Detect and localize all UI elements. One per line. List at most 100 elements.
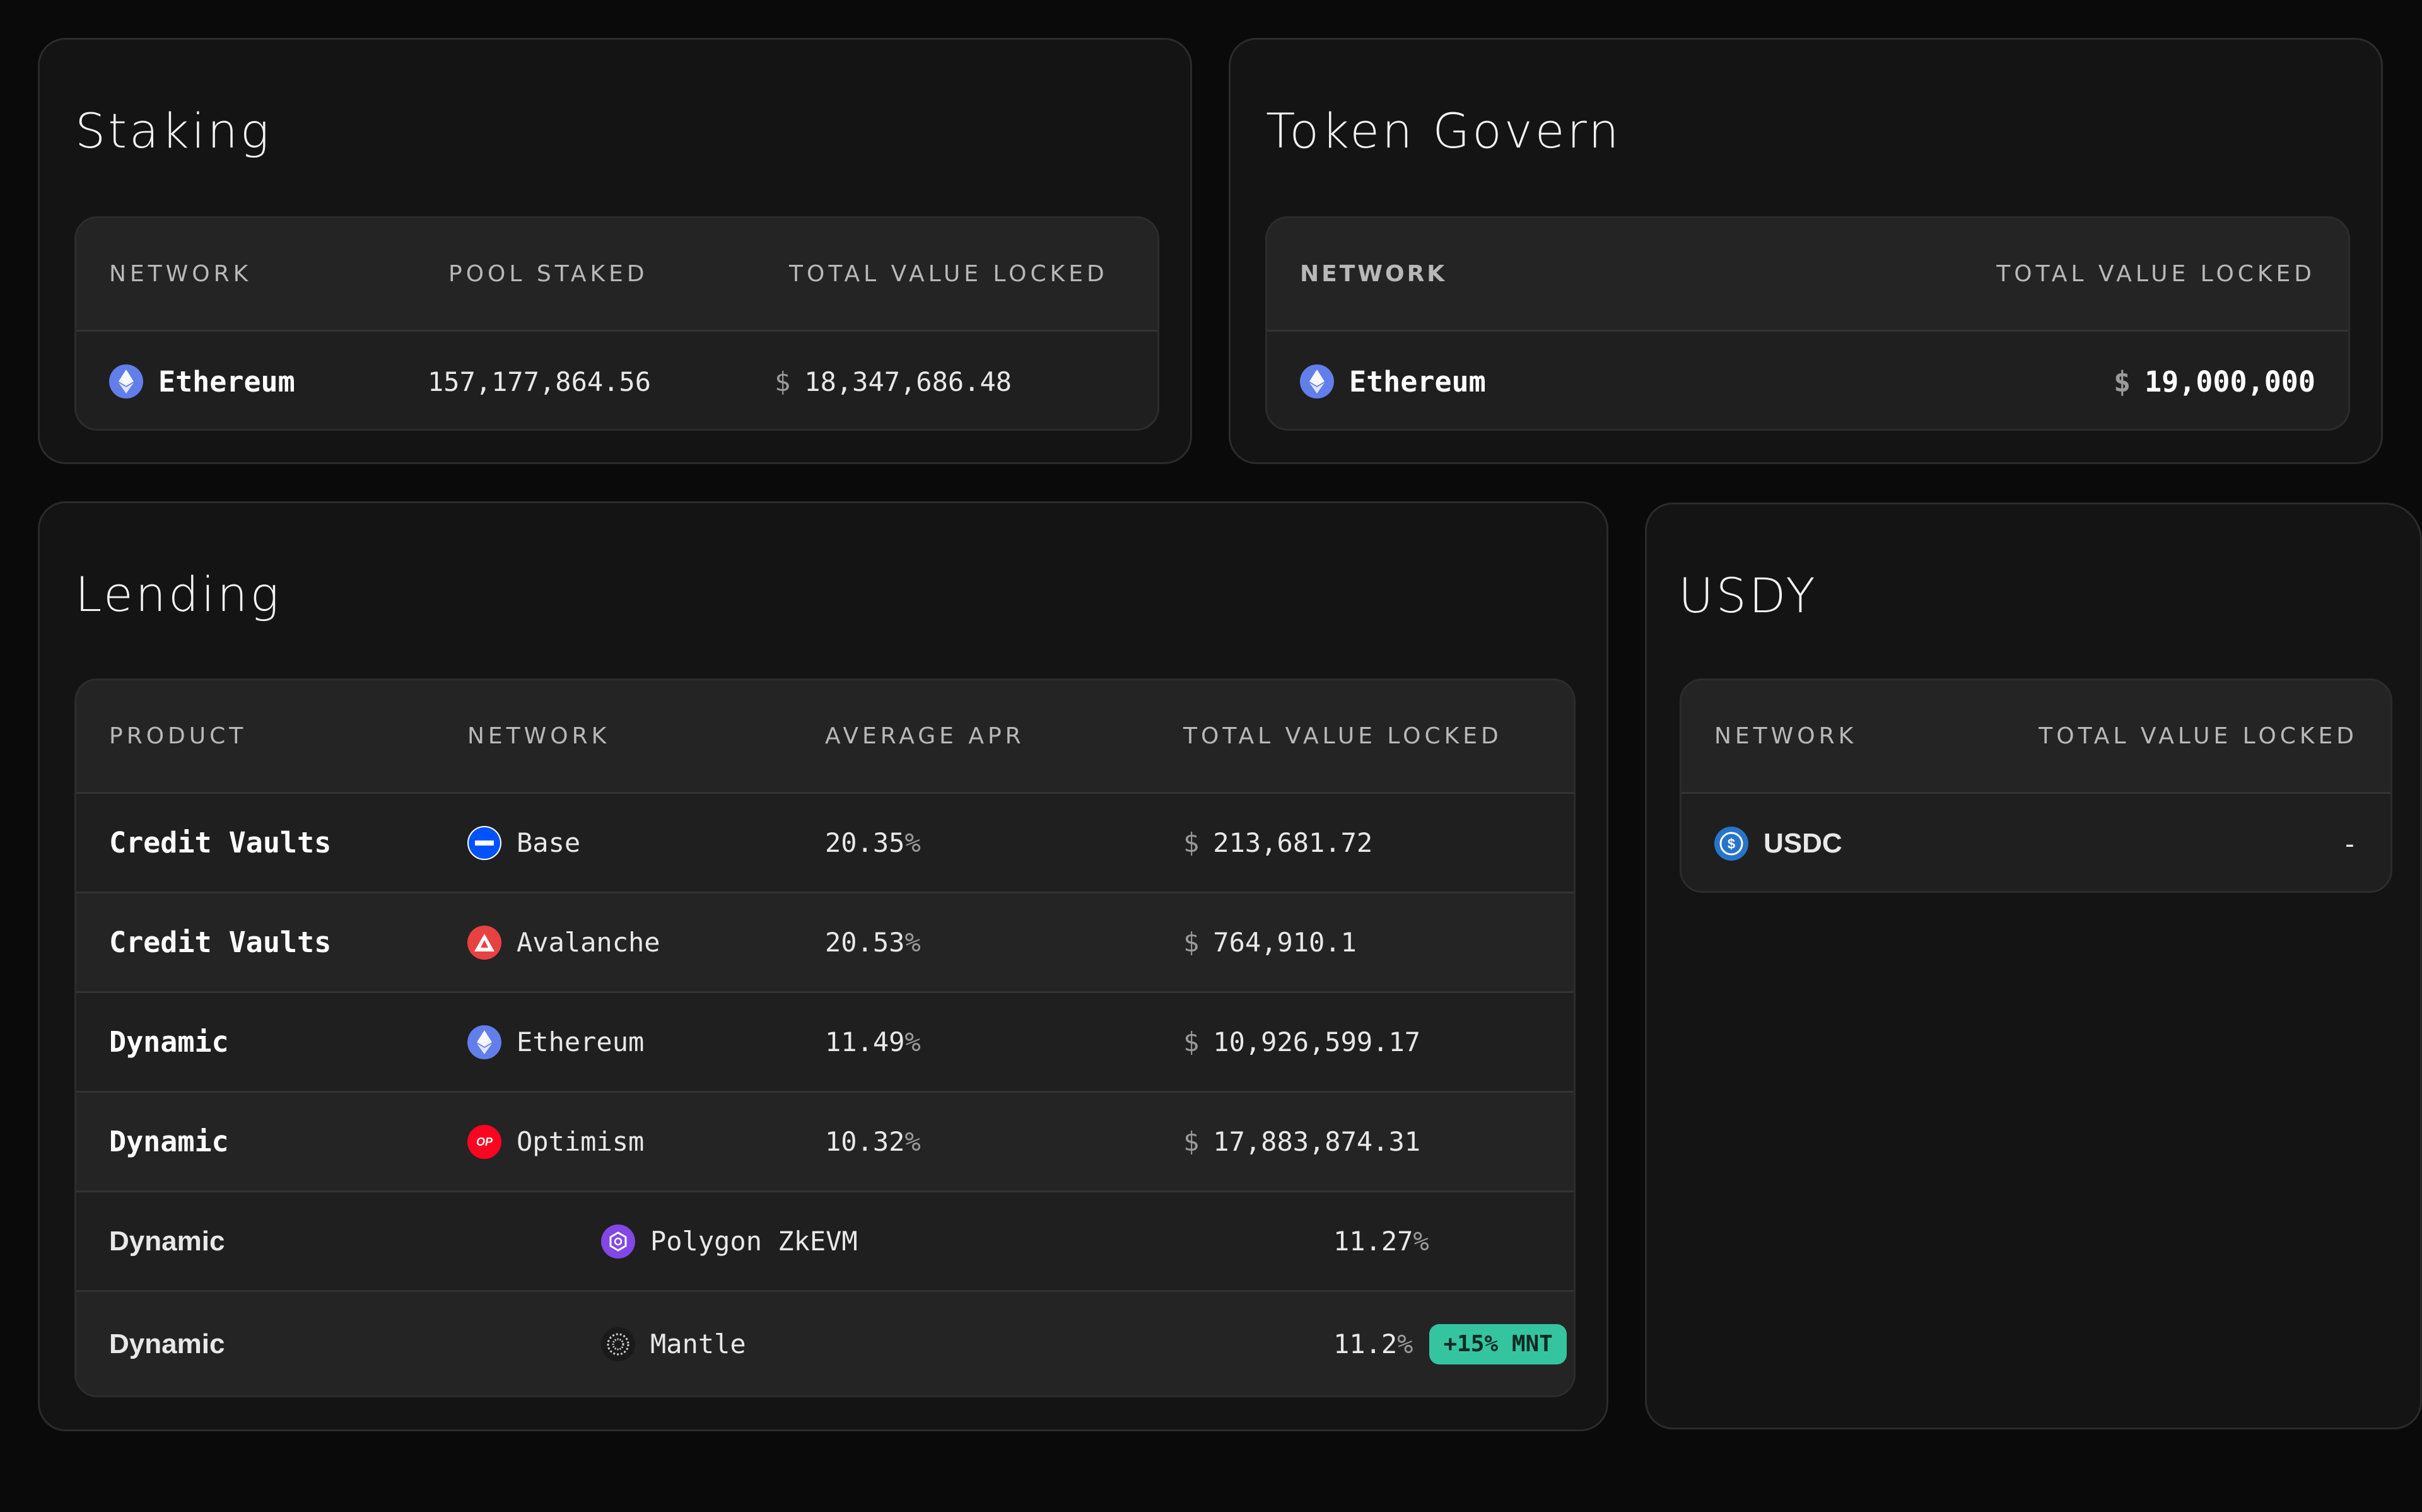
lending-title: Lending bbox=[75, 566, 282, 622]
column-header-pool-staked: Pool Staked bbox=[448, 261, 648, 287]
usdc-icon: $ bbox=[1714, 827, 1748, 861]
network-name: Ethereum bbox=[1349, 364, 1486, 398]
percent-sign: % bbox=[904, 1026, 921, 1057]
svg-text:$: $ bbox=[1728, 836, 1735, 852]
apr-value: 11.2 bbox=[1333, 1329, 1398, 1359]
tvl-cell: $ 10,926,599.17 bbox=[1183, 993, 1420, 1091]
tvl-value: 17,883,874.31 bbox=[1213, 1126, 1421, 1157]
tvl-cell: $ 19,000,000 bbox=[2113, 332, 2315, 429]
lending-card: Lending Product Network Average APR Tota… bbox=[38, 501, 1608, 1431]
apr-value: 11.27 bbox=[1333, 1226, 1413, 1257]
network-cell: $ USDC bbox=[1714, 794, 1842, 891]
table-row[interactable]: Ethereum $ 19,000,000 bbox=[1267, 332, 2348, 429]
staking-card: Staking Network Pool Staked Total Value … bbox=[38, 38, 1192, 464]
tvl-cell: $ 17,883,874.31 bbox=[1183, 1093, 1420, 1190]
table-row[interactable]: $ USDC - bbox=[1682, 794, 2390, 891]
governance-card: Token Govern NETWORK TOTAL VALUE LOCKED … bbox=[1229, 38, 2383, 464]
avalanche-icon bbox=[467, 925, 501, 960]
table-row[interactable]: Dynamic Mantle 11.2% +15% MNT bbox=[76, 1292, 1574, 1395]
base-icon bbox=[467, 825, 501, 860]
network-cell: Ethereum bbox=[1300, 332, 1486, 429]
column-header-tvl: Total Value Locked bbox=[2039, 723, 2358, 749]
table-row[interactable]: Dynamic Ethereum 11.49% $ 10,926,599.17 bbox=[76, 993, 1574, 1093]
network-cell: Mantle bbox=[601, 1292, 746, 1395]
svg-text:OP: OP bbox=[476, 1136, 493, 1148]
column-header-tvl: Total Value Locked bbox=[789, 261, 1108, 287]
network-name: Ethereum bbox=[517, 1026, 645, 1057]
product-name: Dynamic bbox=[109, 1125, 229, 1158]
product-name: Dynamic bbox=[109, 1225, 225, 1257]
apr-cell: 11.2% +15% MNT bbox=[1333, 1292, 1567, 1395]
network-name: Ethereum bbox=[158, 364, 295, 398]
column-header-tvl: Total Value Locked bbox=[1183, 723, 1502, 749]
apr-cell: 11.27% bbox=[1333, 1192, 1429, 1290]
staking-title: Staking bbox=[75, 103, 272, 159]
network-cell: Base bbox=[467, 794, 580, 892]
tvl-cell: $ 764,910.1 bbox=[1183, 893, 1357, 991]
product-name: Credit Vaults bbox=[109, 826, 332, 859]
ethereum-icon bbox=[109, 364, 143, 398]
ethereum-icon bbox=[467, 1025, 501, 1059]
lending-table-header: Product Network Average APR Total Value … bbox=[76, 680, 1574, 794]
staking-table-header: Network Pool Staked Total Value Locked bbox=[76, 218, 1157, 332]
column-header-network: Network bbox=[467, 723, 611, 749]
apr-cell: 20.53% bbox=[825, 893, 921, 991]
table-row[interactable]: Credit Vaults Avalanche 20.53% $ 764,910… bbox=[76, 893, 1574, 993]
reward-badge: +15% MNT bbox=[1429, 1323, 1567, 1364]
staking-table: Network Pool Staked Total Value Locked E… bbox=[74, 216, 1159, 431]
percent-sign: % bbox=[904, 927, 921, 958]
ethereum-icon bbox=[1300, 364, 1334, 398]
product-name: Dynamic bbox=[109, 1025, 229, 1059]
usdy-card: USDY Network Total Value Locked $ USDC - bbox=[1645, 503, 2422, 1429]
governance-table: NETWORK TOTAL VALUE LOCKED Ethereum $ 19… bbox=[1265, 216, 2350, 431]
network-name: Polygon ZkEVM bbox=[650, 1226, 858, 1257]
column-header-network: NETWORK bbox=[1300, 261, 1448, 287]
currency-symbol: $ bbox=[1183, 927, 1200, 958]
apr-cell: 10.32% bbox=[825, 1093, 921, 1190]
network-cell: Polygon ZkEVM bbox=[601, 1192, 858, 1290]
tvl-value: 10,926,599.17 bbox=[1213, 1026, 1421, 1057]
table-row[interactable]: Dynamic OP Optimism 10.32% $ 17,883,874.… bbox=[76, 1093, 1574, 1192]
apr-cell: 20.35% bbox=[825, 794, 921, 892]
percent-sign: % bbox=[904, 1126, 921, 1157]
tvl-value: - bbox=[2341, 828, 2358, 859]
network-cell: Avalanche bbox=[467, 893, 660, 991]
currency-symbol: $ bbox=[1183, 827, 1200, 858]
network-cell: Ethereum bbox=[109, 332, 295, 429]
mantle-icon bbox=[601, 1327, 635, 1361]
polygon-icon bbox=[601, 1224, 635, 1259]
network-cell: Ethereum bbox=[467, 993, 644, 1091]
table-row[interactable]: Credit Vaults Base 20.35% $ 213,681.72 bbox=[76, 794, 1574, 893]
apr-value: 20.53 bbox=[825, 927, 905, 958]
currency-symbol: $ bbox=[2113, 364, 2131, 398]
currency-symbol: $ bbox=[775, 366, 791, 397]
tvl-cell: $ 213,681.72 bbox=[1183, 794, 1372, 892]
usdy-title: USDY bbox=[1678, 567, 1818, 624]
tvl-value: 764,910.1 bbox=[1213, 927, 1357, 958]
column-header-tvl: TOTAL VALUE LOCKED bbox=[1996, 261, 2315, 287]
lending-table: Product Network Average APR Total Value … bbox=[74, 678, 1576, 1397]
column-header-average-apr: Average APR bbox=[825, 723, 1025, 749]
apr-value: 10.32 bbox=[825, 1126, 905, 1157]
network-name: Mantle bbox=[650, 1329, 746, 1359]
network-name: Base bbox=[517, 827, 581, 858]
table-row[interactable]: Ethereum 157,177,864.56 $ 18,347,686.48 bbox=[76, 332, 1157, 429]
usdy-table-header: Network Total Value Locked bbox=[1682, 680, 2390, 794]
network-name: Optimism bbox=[517, 1126, 645, 1157]
governance-title: Token Govern bbox=[1266, 103, 1622, 159]
percent-sign: % bbox=[904, 827, 921, 858]
network-name: USDC bbox=[1764, 828, 1842, 859]
usdy-table: Network Total Value Locked $ USDC - bbox=[1680, 678, 2392, 893]
network-cell: OP Optimism bbox=[467, 1093, 644, 1190]
percent-sign: % bbox=[1397, 1329, 1413, 1359]
tvl-value: 213,681.72 bbox=[1213, 827, 1373, 858]
apr-cell: 11.49% bbox=[825, 993, 921, 1091]
apr-value: 11.49 bbox=[825, 1026, 905, 1057]
governance-table-header: NETWORK TOTAL VALUE LOCKED bbox=[1267, 218, 2348, 332]
currency-symbol: $ bbox=[1183, 1126, 1200, 1157]
currency-symbol: $ bbox=[1183, 1026, 1200, 1057]
table-row[interactable]: Dynamic Polygon ZkEVM 11.27% bbox=[76, 1192, 1574, 1292]
product-name: Dynamic bbox=[109, 1328, 225, 1359]
apr-value: 20.35 bbox=[825, 827, 905, 858]
tvl-cell: $ 18,347,686.48 bbox=[775, 332, 1012, 429]
